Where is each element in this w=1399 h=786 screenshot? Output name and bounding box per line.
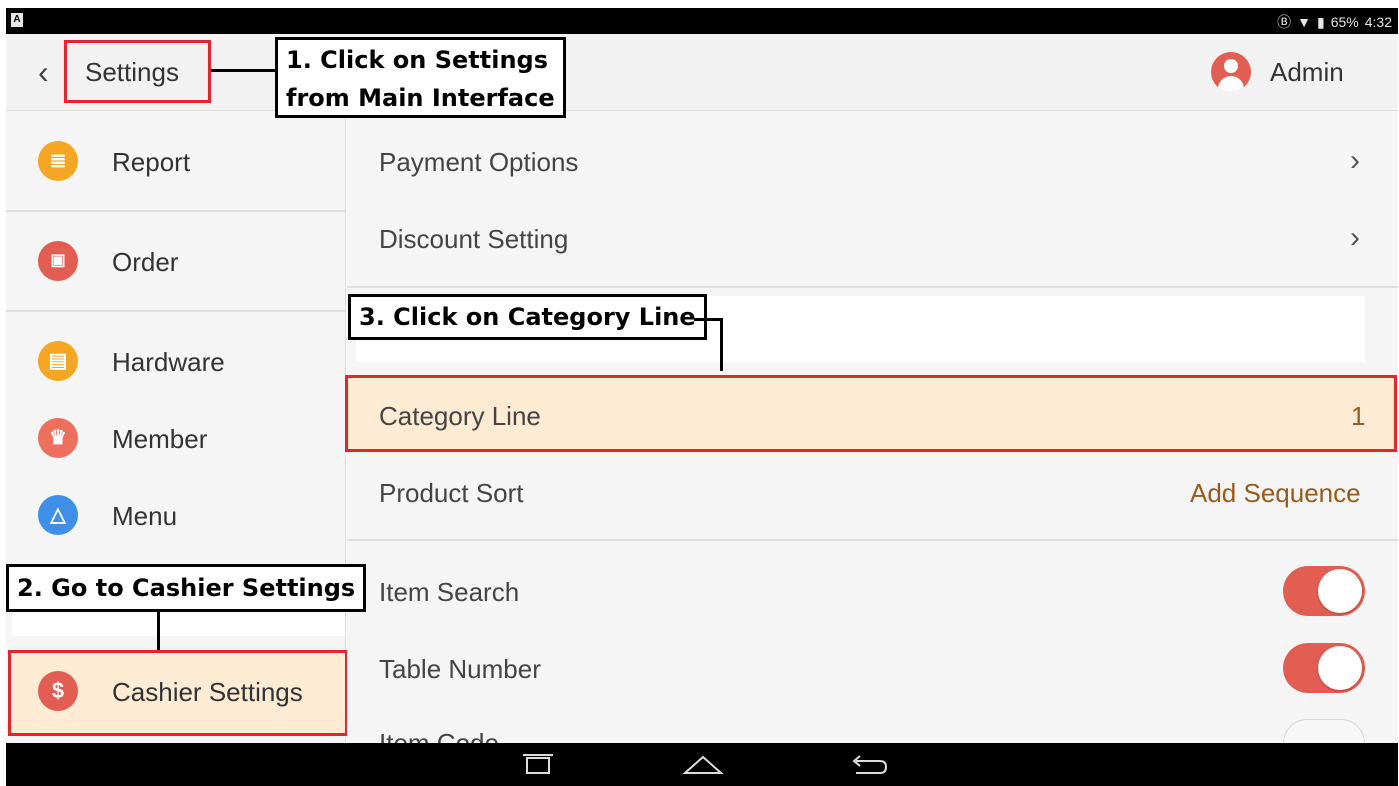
battery-level: 65%	[1330, 14, 1359, 30]
chevron-right-icon: ›	[1350, 144, 1360, 177]
wifi-icon: ▼	[1297, 14, 1311, 30]
callout-connector	[694, 318, 723, 321]
crown-icon: ♛	[38, 418, 78, 458]
sidebar-item-label: Cashier Settings	[112, 677, 303, 707]
chevron-right-icon: ›	[1350, 221, 1360, 254]
category-line-value: 1	[1351, 401, 1366, 431]
battery-icon: ▮	[1317, 13, 1325, 30]
item-code-toggle[interactable]	[1283, 719, 1365, 743]
divider	[6, 310, 346, 312]
discount-setting-row[interactable]: Discount Setting	[379, 224, 568, 255]
product-sort-label: Product Sort	[379, 478, 524, 508]
sidebar-item-member[interactable]: Member	[112, 424, 207, 455]
sidebar-item-order[interactable]: Order	[112, 247, 178, 278]
app-header	[6, 34, 1398, 111]
chevron-left-icon[interactable]: ‹	[38, 56, 49, 88]
callout-step-3: 3. Click on Category Line	[348, 294, 707, 340]
payment-options-row[interactable]: Payment Options	[379, 147, 578, 178]
callout-connector	[720, 318, 723, 371]
sidebar-item-hardware[interactable]: Hardware	[112, 347, 225, 378]
add-sequence-link[interactable]: Add Sequence	[1190, 478, 1361, 509]
back-icon[interactable]	[846, 753, 890, 777]
report-icon: ≣	[38, 141, 78, 181]
item-code-label: Item Code	[379, 728, 499, 743]
callout-connector	[157, 612, 160, 650]
dollar-icon: $	[38, 671, 78, 711]
bag-icon: △	[38, 495, 78, 535]
table-number-label: Table Number	[379, 654, 541, 684]
callout-step-1-line1: 1. Click on Settings	[286, 46, 548, 74]
home-icon[interactable]	[681, 753, 725, 777]
printer-icon: ▤	[38, 341, 78, 381]
callout-connector	[211, 69, 277, 72]
order-icon: ▣	[38, 241, 78, 281]
recent-apps-icon[interactable]	[518, 754, 558, 776]
status-bar: A Ⓑ ▼ ▮ 65% 4:32	[6, 8, 1398, 34]
system-nav-bar	[6, 743, 1398, 786]
sidebar-item-report[interactable]: Report	[112, 147, 190, 178]
divider	[6, 210, 346, 212]
callout-step-1: 1. Click on Settings from Main Interface	[275, 37, 566, 118]
table-number-toggle[interactable]	[1283, 643, 1365, 693]
callout-step-2: 2. Go to Cashier Settings	[6, 564, 367, 612]
category-line-label: Category Line	[379, 401, 541, 431]
clock: 4:32	[1364, 14, 1392, 30]
divider	[347, 286, 1398, 288]
page-title[interactable]: Settings	[85, 57, 179, 88]
item-search-toggle[interactable]	[1283, 566, 1365, 616]
user-name[interactable]: Admin	[1270, 57, 1344, 88]
status-indicators: Ⓑ ▼ ▮ 65% 4:32	[1277, 12, 1392, 32]
callout-step-1-line2: from Main Interface	[286, 84, 555, 112]
notification-icon: A	[11, 13, 23, 27]
bluetooth-icon: Ⓑ	[1277, 14, 1292, 30]
user-avatar-icon[interactable]	[1211, 52, 1251, 92]
divider	[347, 539, 1398, 541]
sidebar-item-menu[interactable]: Menu	[112, 501, 177, 532]
item-search-label: Item Search	[379, 577, 520, 607]
